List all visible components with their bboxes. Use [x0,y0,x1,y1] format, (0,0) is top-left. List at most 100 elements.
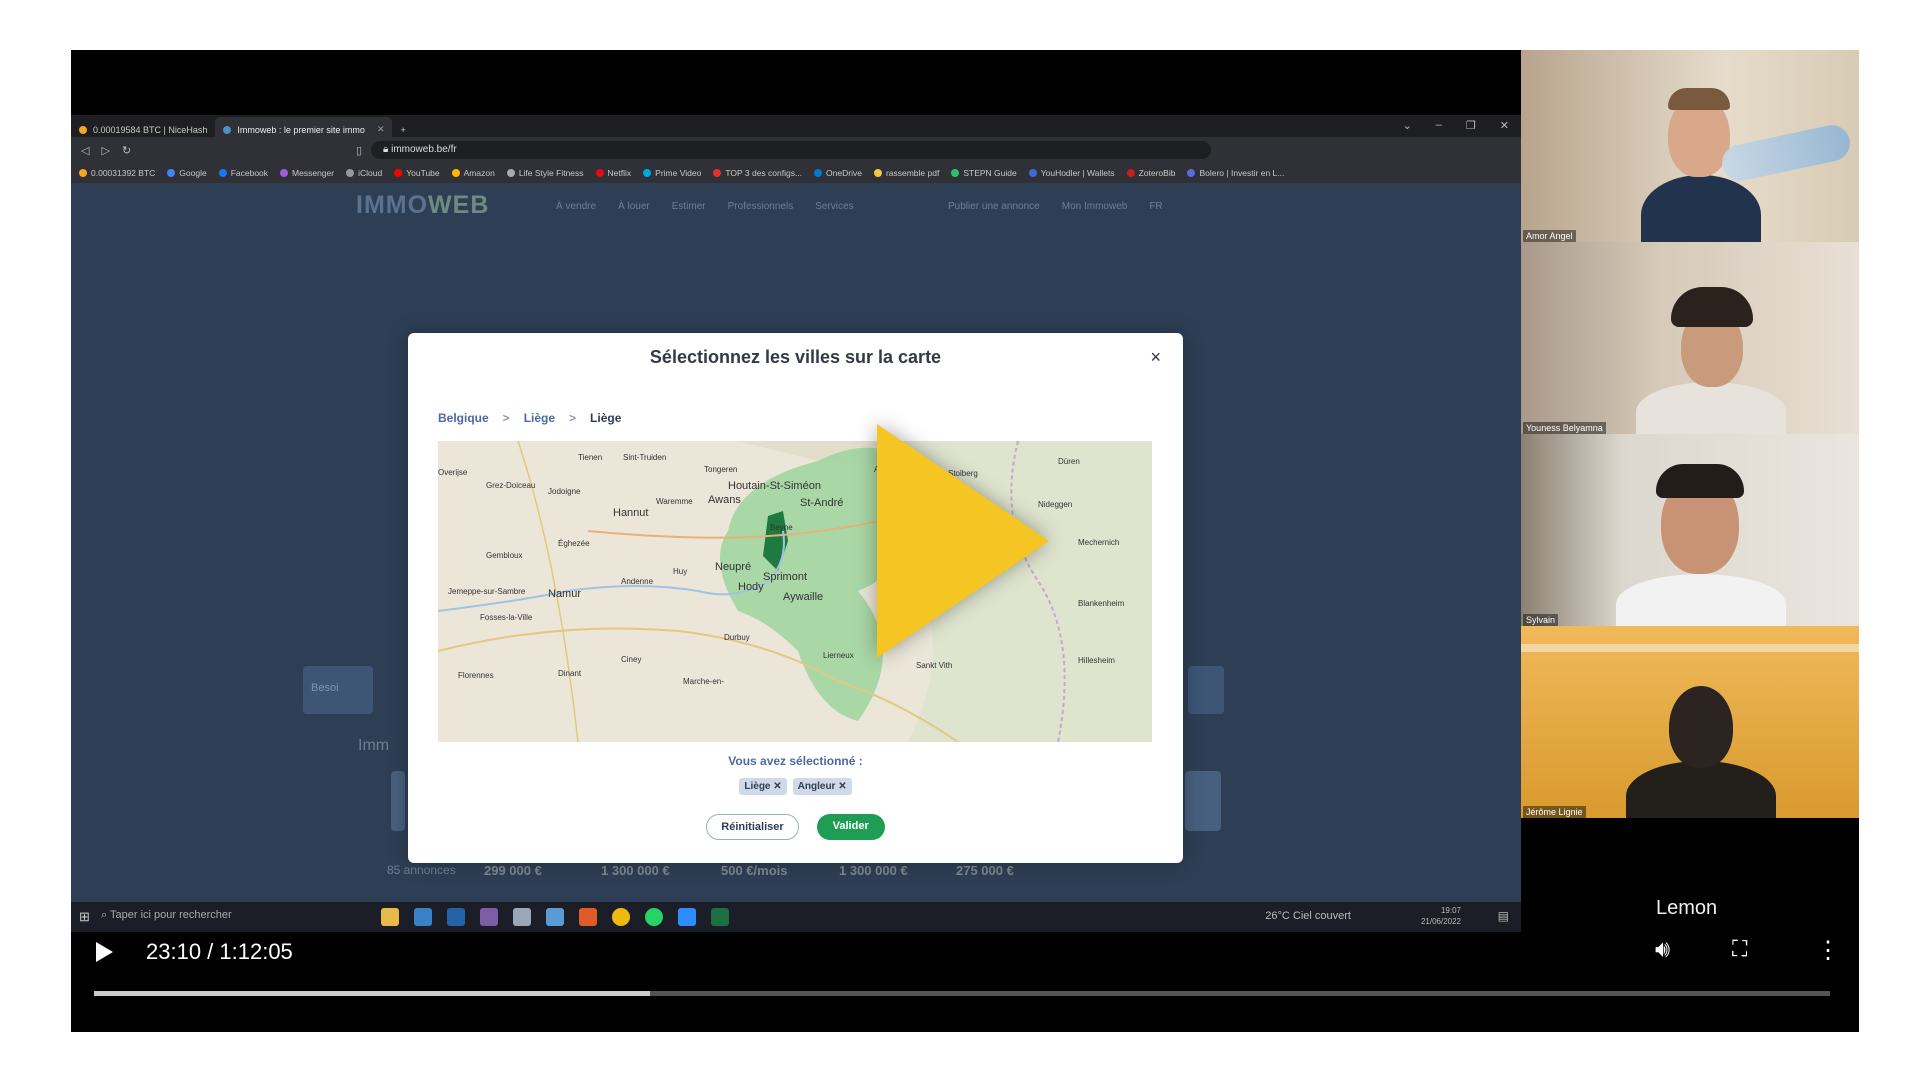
nav-item[interactable]: À louer [618,201,650,212]
restore-icon[interactable]: ❐ [1466,119,1476,132]
bookmark-item[interactable]: Facebook [218,168,268,178]
map-label[interactable]: Florennes [458,671,494,680]
map-label[interactable]: Andenne [621,577,653,586]
excel-icon[interactable] [711,908,729,926]
nav-item[interactable]: FR [1149,201,1162,212]
bookmark-item[interactable]: ZoteroBib [1126,168,1175,178]
listing-price[interactable]: 500 €/mois [721,863,788,878]
map-label[interactable]: St-André [800,497,843,509]
bookmark-item[interactable]: Bolero | Investir en L... [1187,168,1284,178]
app-icon[interactable] [546,908,564,926]
map-label[interactable]: Blankenheim [1078,599,1124,608]
map-label[interactable]: Dinant [558,669,581,678]
chevron-down-icon[interactable]: ⌄ [1403,119,1412,132]
progress-bar[interactable] [94,991,1830,996]
chip-angleur[interactable]: Angleur ✕ [792,778,852,795]
map-label[interactable]: Hody [738,581,764,593]
chip-liege[interactable]: Liège ✕ [739,778,787,795]
listing-price[interactable]: 1 300 000 € [601,863,670,878]
map-label[interactable]: Tienen [578,453,602,462]
bookmark-item[interactable]: OneDrive [814,168,862,178]
map-label[interactable]: Marche-en- [683,677,724,686]
nav-item[interactable]: À vendre [556,201,596,212]
map-label[interactable]: Beyne [770,523,793,532]
zoom-icon[interactable] [678,908,696,926]
validate-button[interactable]: Valider [816,814,885,840]
remove-chip-icon[interactable]: ✕ [773,781,781,792]
map-label[interactable]: Éghezée [558,539,590,548]
big-play-icon[interactable] [877,424,1049,658]
map-label[interactable]: Jemeppe-sur-Sambre [448,587,525,596]
bookmark-item[interactable]: Amazon [451,168,495,178]
nav-item[interactable]: Publier une annonce [948,201,1040,212]
whatsapp-icon[interactable] [645,908,663,926]
notification-icon[interactable]: ▤ [1498,909,1509,923]
bookmark-item[interactable]: YouHodler | Wallets [1028,168,1115,178]
url-input[interactable]: 🔒︎ immoweb.be/fr [371,141,1211,159]
listing-price[interactable]: 1 300 000 € [839,863,908,878]
tab-nicehash[interactable]: 0.00019584 BTC | NiceHash [71,117,215,137]
map-label[interactable]: Awans [708,494,741,506]
more-options-icon[interactable]: ⋮ [1816,936,1840,965]
app-icon[interactable] [480,908,498,926]
bookmark-item[interactable]: TOP 3 des configs... [713,168,802,178]
calculator-icon[interactable] [513,908,531,926]
map-label[interactable]: Ciney [621,655,641,664]
remove-chip-icon[interactable]: ✕ [838,781,846,792]
windows-start-icon[interactable]: ⊞ [79,909,90,925]
immoweb-logo[interactable]: IMMOWEB [356,191,489,220]
map-label[interactable]: Jodoigne [548,487,580,496]
reload-icon[interactable]: ↻ [122,144,131,157]
breadcrumb-province[interactable]: Liège [524,411,555,425]
map-label[interactable]: Sankt Vith [916,661,952,670]
weather-widget[interactable]: 26°C Ciel couvert [1265,910,1351,922]
map-label[interactable]: Tongeren [704,465,737,474]
bookmark-item[interactable]: YouTube [394,168,440,178]
volume-icon[interactable]: 🔊︎ [1655,936,1670,964]
minimize-icon[interactable]: – [1436,119,1442,132]
play-button[interactable] [96,942,113,962]
brave-icon[interactable] [579,908,597,926]
chrome-icon[interactable] [612,908,630,926]
bookmark-item[interactable]: Google [167,168,207,178]
bookmark-item[interactable]: Netflix [595,168,631,178]
map-label[interactable]: Gembloux [486,551,522,560]
bookmark-icon[interactable]: ▯ [356,144,362,157]
map-label[interactable]: Grez-Doiceau [486,481,535,490]
reset-button[interactable]: Réinitialiser [706,814,799,840]
map-label[interactable]: Fosses-la-Ville [480,613,532,622]
taskbar-search[interactable]: ⌕ Taper ici pour rechercher [101,909,232,922]
map-label[interactable]: Aywaille [783,591,823,603]
back-icon[interactable]: ◁ [81,144,89,157]
map-label[interactable]: Houtain-St-Siméon [728,480,821,492]
map-label[interactable]: Namur [548,588,581,600]
bookmark-item[interactable]: STEPN Guide [951,168,1017,178]
nav-item[interactable]: Mon Immoweb [1062,201,1128,212]
close-icon[interactable]: ✕ [1500,119,1509,132]
listing-price[interactable]: 275 000 € [956,863,1014,878]
new-tab-button[interactable]: + [392,117,413,137]
map-label[interactable]: Neupré [715,561,751,573]
map-label[interactable]: Düren [1058,457,1080,466]
fullscreen-icon[interactable]: ⛶ [1732,936,1747,962]
map-label[interactable]: Mechernich [1078,538,1119,547]
map-label[interactable]: Durbuy [724,633,750,642]
bookmark-item[interactable]: iCloud [346,168,382,178]
nav-item[interactable]: Services [815,201,853,212]
breadcrumb-belgique[interactable]: Belgique [438,411,489,425]
map-label[interactable]: Waremme [656,497,693,506]
bookmark-item[interactable]: 0.00031392 BTC [79,168,155,178]
map-label[interactable]: Sprimont [763,571,807,583]
video-player[interactable]: 0.00019584 BTC | NiceHash Immoweb : le p… [71,50,1859,1032]
map-label[interactable]: Huy [673,567,687,576]
close-tab-icon[interactable]: ✕ [377,124,385,135]
bookmark-item[interactable]: Life Style Fitness [506,168,584,178]
forward-icon[interactable]: ▷ [101,144,109,157]
listing-price[interactable]: 299 000 € [484,863,542,878]
file-explorer-icon[interactable] [381,908,399,926]
bookmark-item[interactable]: Messenger [280,168,334,178]
map-label[interactable]: Lierneux [823,651,854,660]
mail-icon[interactable] [447,908,465,926]
nav-item[interactable]: Estimer [672,201,706,212]
app-icon[interactable] [414,908,432,926]
